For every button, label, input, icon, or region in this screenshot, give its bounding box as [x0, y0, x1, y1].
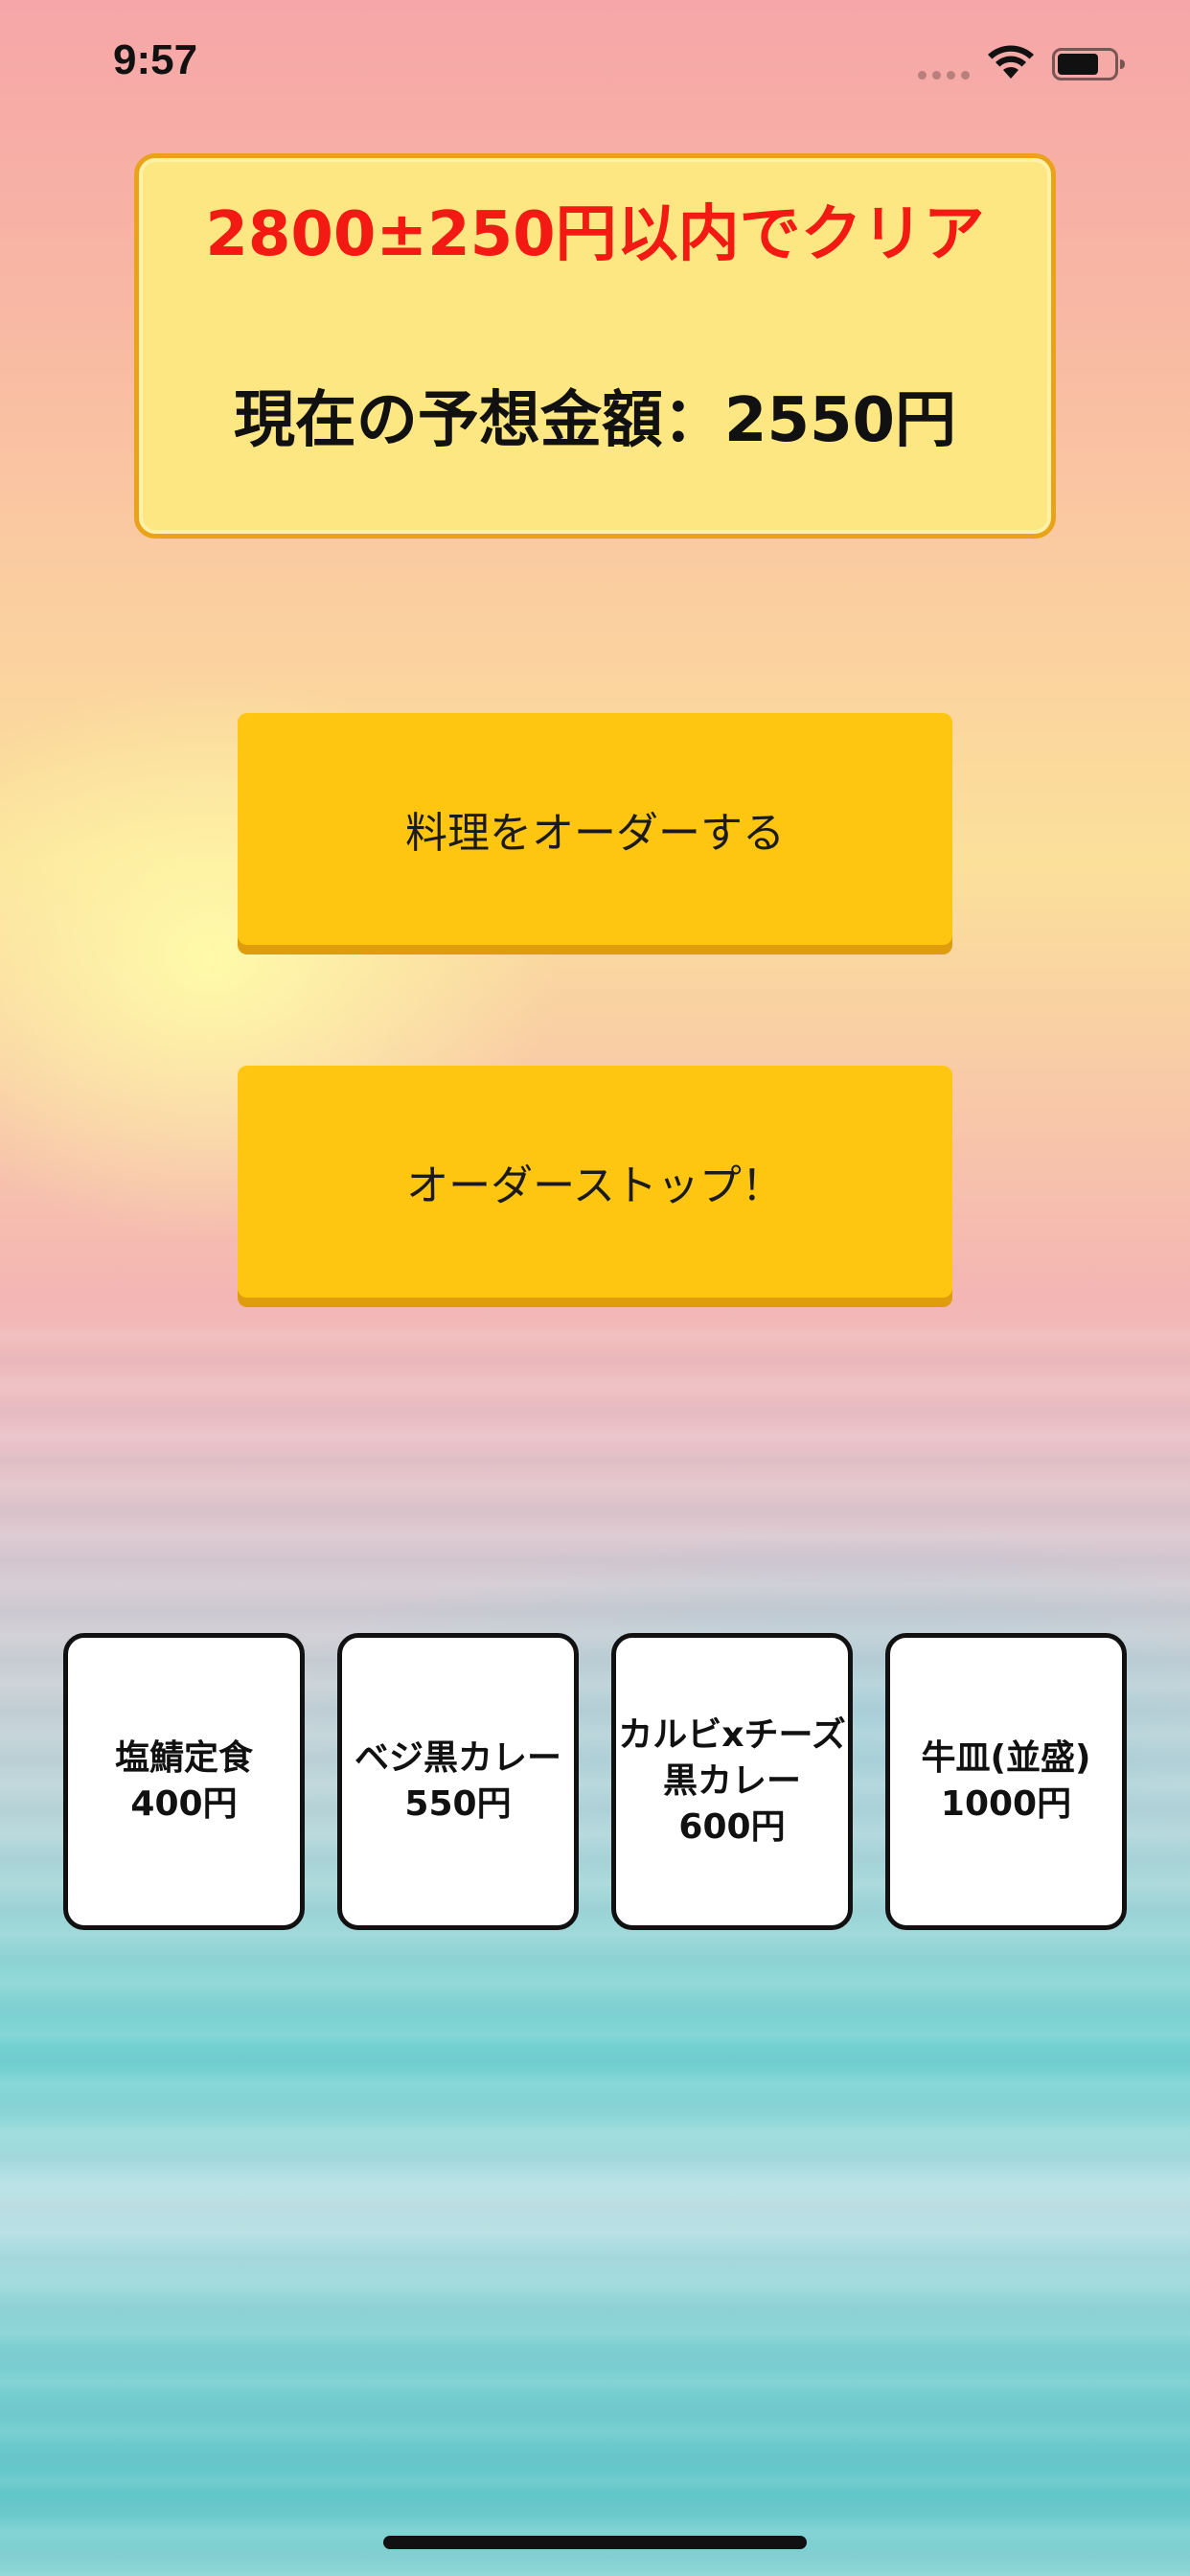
menu-card-shio-saba[interactable]: 塩鯖定食 400円 [63, 1633, 305, 1930]
menu-item-price: 550円 [404, 1784, 512, 1824]
menu-card-row: 塩鯖定食 400円 ベジ黒カレー 550円 カルビxチーズ 黒カレー 600円 … [63, 1633, 1127, 1932]
battery-icon [1052, 48, 1125, 80]
menu-card-gyuzara[interactable]: 牛皿(並盛) 1000円 [885, 1633, 1127, 1930]
menu-item-price: 400円 [130, 1784, 238, 1824]
menu-item-name: 塩鯖定食 [114, 1738, 253, 1778]
clear-condition-text: 2800±250円以内でクリア [205, 199, 985, 270]
menu-item-name-line-2: 黒カレー [662, 1761, 801, 1801]
home-indicator[interactable] [383, 2536, 807, 2549]
menu-item-name-line-1: カルビxチーズ [618, 1715, 846, 1755]
menu-item-price: 600円 [678, 1807, 786, 1847]
menu-item-name: 牛皿(並盛) [921, 1738, 1091, 1778]
menu-item-name: ベジ黒カレー [354, 1738, 561, 1778]
signal-icon [918, 71, 972, 80]
target-panel: 2800±250円以内でクリア 現在の予想金額：2550円 [134, 153, 1056, 539]
status-bar: 9:57 [0, 0, 1190, 126]
menu-card-veggie-curry[interactable]: ベジ黒カレー 550円 [337, 1633, 579, 1930]
sea-background [0, 1322, 1190, 2576]
estimated-amount-text: 現在の予想金額：2550円 [233, 385, 957, 456]
wifi-icon [988, 45, 1034, 79]
menu-item-price: 1000円 [940, 1784, 1072, 1824]
order-stop-button[interactable]: オーダーストップ！ [238, 1066, 952, 1298]
status-time: 9:57 [113, 36, 198, 83]
menu-card-kalbi-cheese-curry[interactable]: カルビxチーズ 黒カレー 600円 [611, 1633, 853, 1930]
order-dish-button[interactable]: 料理をオーダーする [238, 713, 952, 945]
